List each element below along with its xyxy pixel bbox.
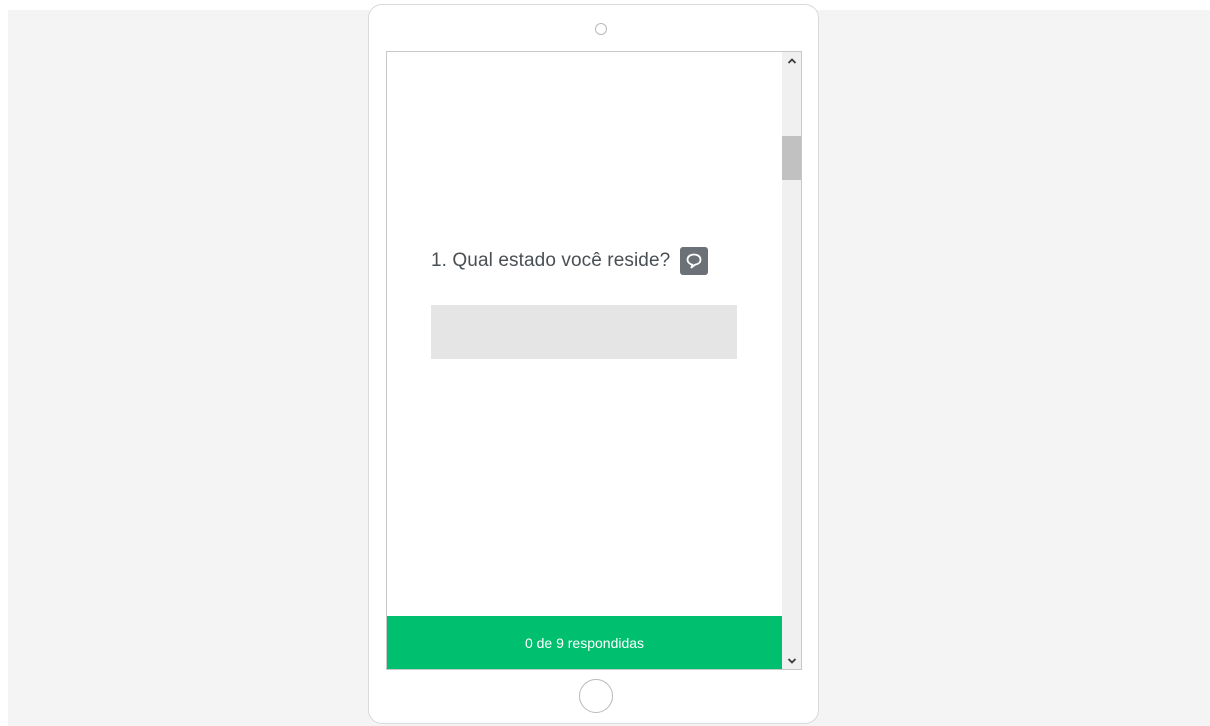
tablet-home-button xyxy=(579,679,613,713)
question-row: 1. Qual estado você reside? xyxy=(431,247,709,275)
chevron-up-icon xyxy=(787,57,796,64)
progress-bar: 0 de 9 respondidas xyxy=(387,616,782,669)
chevron-down-icon xyxy=(787,657,796,664)
vertical-scrollbar[interactable] xyxy=(782,52,801,669)
question-title: 1. Qual estado você reside? xyxy=(431,250,671,271)
scroll-down-button[interactable] xyxy=(782,652,801,669)
tablet-preview-frame: 1. Qual estado você reside? 0 de 9 respo… xyxy=(368,4,819,724)
speech-bubble-icon xyxy=(686,253,702,269)
tablet-screen: 1. Qual estado você reside? 0 de 9 respo… xyxy=(386,51,802,670)
progress-text: 0 de 9 respondidas xyxy=(524,634,645,651)
comment-icon[interactable] xyxy=(680,247,709,275)
scroll-thumb[interactable] xyxy=(782,136,801,180)
answer-dropdown[interactable] xyxy=(431,305,737,359)
tablet-camera xyxy=(595,23,607,35)
scroll-up-button[interactable] xyxy=(782,52,801,69)
survey-content: 1. Qual estado você reside? 0 de 9 respo… xyxy=(387,52,782,669)
